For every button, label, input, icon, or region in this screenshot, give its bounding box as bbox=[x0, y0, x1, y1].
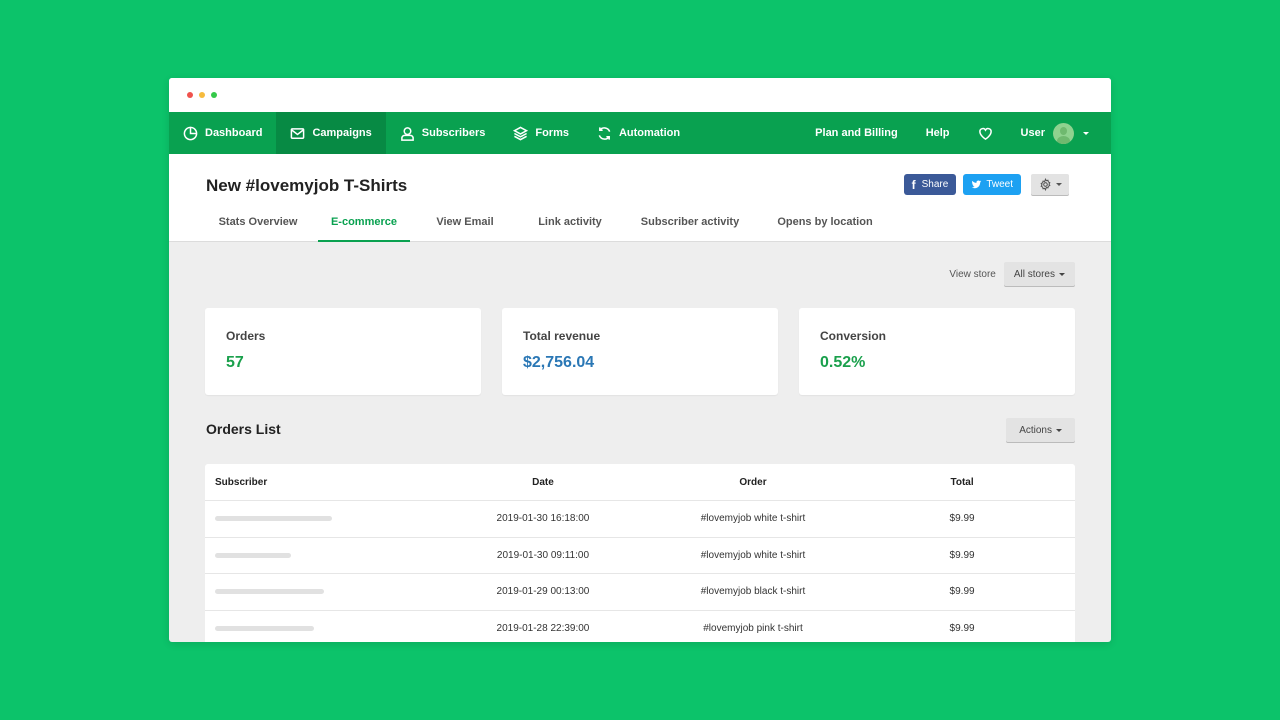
help-link[interactable]: Help bbox=[912, 112, 964, 154]
column-header-order[interactable]: Order bbox=[657, 477, 849, 488]
date-cell: 2019-01-30 16:18:00 bbox=[496, 513, 590, 525]
tab-e-commerce[interactable]: E-commerce bbox=[318, 216, 410, 242]
nav-item-dashboard[interactable]: Dashboard bbox=[169, 112, 276, 154]
tab-opens-by-location[interactable]: Opens by location bbox=[760, 216, 890, 242]
revenue-value: $2,756.04 bbox=[523, 354, 595, 371]
nav-item-label: Forms bbox=[535, 127, 569, 139]
plan-billing-link[interactable]: Plan and Billing bbox=[801, 112, 912, 154]
tweet-button[interactable]: Tweet bbox=[963, 174, 1021, 195]
nav-item-label: Subscribers bbox=[421, 127, 486, 139]
redacted-subscriber bbox=[215, 589, 324, 595]
user-menu[interactable]: User bbox=[1007, 112, 1103, 154]
table-row[interactable]: 2019-01-29 00:13:00 #lovemyjob black t-s… bbox=[205, 574, 1075, 611]
user-icon bbox=[400, 126, 414, 141]
stats-cards: Orders 57 Total revenue $2,756.04 Conver… bbox=[205, 308, 1075, 395]
layers-icon bbox=[513, 126, 529, 140]
title-bar bbox=[169, 78, 1111, 112]
date-cell: 2019-01-28 22:39:00 bbox=[496, 622, 590, 634]
orders-list-title: Orders List bbox=[206, 421, 281, 437]
campaign-header: New #lovemyjob T-Shirts f Share Tweet St… bbox=[169, 154, 1111, 242]
chevron-down-icon bbox=[1083, 131, 1089, 135]
settings-dropdown-button[interactable] bbox=[1031, 174, 1069, 195]
app-window: Dashboard Campaigns Subscribers Forms Au… bbox=[169, 78, 1111, 642]
total-cell: $9.99 bbox=[949, 586, 975, 598]
main-navbar: Dashboard Campaigns Subscribers Forms Au… bbox=[169, 112, 1111, 154]
column-header-date[interactable]: Date bbox=[429, 477, 657, 488]
card-label: Conversion bbox=[820, 329, 887, 343]
actions-dropdown-button[interactable]: Actions bbox=[1006, 418, 1075, 442]
card-label: Orders bbox=[226, 329, 266, 343]
table-row[interactable]: 2019-01-28 22:39:00 #lovemyjob pink t-sh… bbox=[205, 611, 1075, 643]
twitter-icon bbox=[972, 180, 982, 189]
plan-billing-label: Plan and Billing bbox=[815, 127, 898, 139]
revenue-card: Total revenue $2,756.04 bbox=[502, 308, 778, 395]
chevron-down-icon bbox=[1056, 428, 1062, 432]
tab-stats-overview[interactable]: Stats Overview bbox=[198, 216, 318, 242]
facebook-icon: f bbox=[911, 177, 916, 192]
order-cell: #lovemyjob black t-shirt bbox=[700, 586, 806, 598]
heart-icon bbox=[978, 127, 992, 140]
nav-item-label: Dashboard bbox=[205, 127, 263, 139]
share-label: Share bbox=[921, 179, 949, 190]
help-label: Help bbox=[925, 127, 950, 139]
gear-icon bbox=[1039, 178, 1051, 191]
page-title: New #lovemyjob T-Shirts bbox=[206, 176, 408, 195]
orders-value: 57 bbox=[226, 354, 244, 371]
maximize-window-button[interactable] bbox=[211, 92, 217, 98]
tab-subscriber-activity[interactable]: Subscriber activity bbox=[620, 216, 760, 242]
tweet-label: Tweet bbox=[986, 179, 1013, 190]
actions-label: Actions bbox=[1019, 424, 1052, 436]
orders-card: Orders 57 bbox=[205, 308, 481, 395]
order-cell: #lovemyjob pink t-shirt bbox=[703, 622, 803, 634]
subscriber-cell bbox=[205, 516, 429, 522]
redacted-subscriber bbox=[215, 516, 332, 522]
total-cell: $9.99 bbox=[949, 549, 975, 561]
nav-item-campaigns[interactable]: Campaigns bbox=[276, 112, 386, 154]
campaign-tabs: Stats Overview E-commerce View Email Lin… bbox=[198, 216, 890, 242]
total-cell: $9.99 bbox=[949, 622, 975, 634]
nav-item-subscribers[interactable]: Subscribers bbox=[386, 112, 500, 154]
order-cell: #lovemyjob white t-shirt bbox=[700, 513, 806, 525]
table-header-row: Subscriber Date Order Total bbox=[205, 464, 1075, 501]
orders-table: Subscriber Date Order Total 2019-01-30 1… bbox=[205, 464, 1075, 642]
facebook-share-button[interactable]: f Share bbox=[903, 174, 957, 195]
order-cell: #lovemyjob white t-shirt bbox=[700, 549, 806, 561]
envelope-icon bbox=[291, 127, 305, 139]
nav-item-label: Campaigns bbox=[312, 127, 372, 139]
card-label: Total revenue bbox=[523, 329, 601, 343]
nav-item-label: Automation bbox=[618, 127, 681, 139]
store-select-value: All stores bbox=[1013, 268, 1055, 280]
conversion-card: Conversion 0.52% bbox=[799, 308, 1075, 395]
table-row[interactable]: 2019-01-30 16:18:00 #lovemyjob white t-s… bbox=[205, 501, 1075, 538]
store-select[interactable]: All stores bbox=[1003, 262, 1075, 286]
conversion-value: 0.52% bbox=[820, 354, 866, 371]
redacted-subscriber bbox=[215, 625, 314, 631]
favorites-button[interactable] bbox=[964, 112, 1007, 154]
tab-view-email[interactable]: View Email bbox=[410, 216, 520, 242]
column-header-total[interactable]: Total bbox=[849, 477, 1075, 488]
view-store-label: View store bbox=[949, 268, 996, 280]
avatar bbox=[1053, 122, 1074, 144]
chevron-down-icon bbox=[1059, 272, 1065, 276]
total-cell: $9.99 bbox=[949, 513, 975, 525]
subscriber-cell bbox=[205, 552, 429, 558]
date-cell: 2019-01-30 09:11:00 bbox=[496, 549, 590, 561]
date-cell: 2019-01-29 00:13:00 bbox=[496, 586, 590, 598]
user-label: User bbox=[1020, 127, 1045, 139]
minimize-window-button[interactable] bbox=[199, 92, 205, 98]
nav-item-automation[interactable]: Automation bbox=[583, 112, 694, 154]
table-row[interactable]: 2019-01-30 09:11:00 #lovemyjob white t-s… bbox=[205, 538, 1075, 574]
refresh-icon bbox=[598, 126, 611, 140]
subscriber-cell bbox=[205, 625, 429, 631]
close-window-button[interactable] bbox=[187, 92, 193, 98]
nav-item-forms[interactable]: Forms bbox=[499, 112, 583, 154]
redacted-subscriber bbox=[215, 552, 291, 558]
subscriber-cell bbox=[205, 589, 429, 595]
tab-link-activity[interactable]: Link activity bbox=[520, 216, 620, 242]
pie-chart-icon bbox=[183, 126, 198, 140]
store-filter: View store All stores bbox=[949, 262, 1075, 286]
chevron-down-icon bbox=[1055, 183, 1062, 186]
column-header-subscriber[interactable]: Subscriber bbox=[205, 477, 429, 488]
